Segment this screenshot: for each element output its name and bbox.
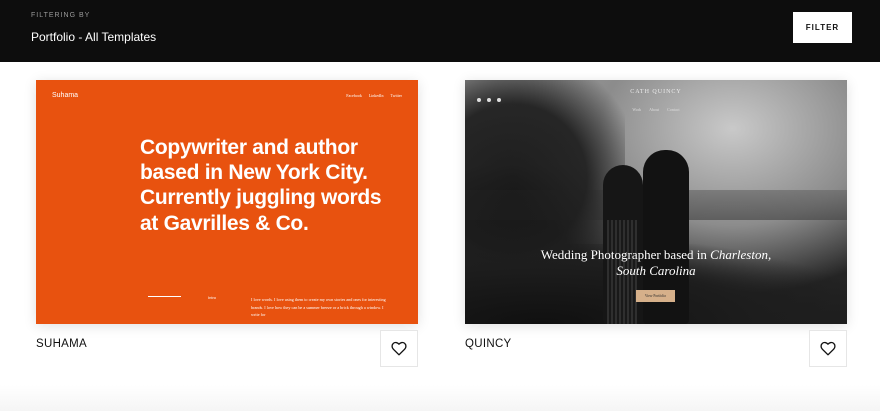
preview-body-text: I love words. I love using them to creat…	[251, 297, 386, 318]
preview-nav-item: Work	[632, 107, 642, 112]
preview-headline: Copywriter and author based in New York …	[140, 136, 382, 235]
template-preview-quincy[interactable]: CATH QUINCY Work About Contact Wedding P…	[465, 80, 847, 324]
preview-cta-button: View Portfolio	[636, 290, 675, 302]
template-preview-suhama[interactable]: Suhama Facebook LinkedIn Twitter Copywri…	[36, 80, 418, 324]
preview-logo: Suhama	[52, 92, 79, 99]
heart-icon	[391, 341, 407, 356]
preview-tag: Intro	[208, 295, 217, 300]
suhama-preview: Suhama Facebook LinkedIn Twitter Copywri…	[36, 80, 418, 324]
preview-divider	[148, 296, 181, 297]
favorite-button-quincy[interactable]	[809, 330, 847, 367]
preview-nav-item: LinkedIn	[368, 93, 384, 98]
template-name-quincy[interactable]: QUINCY	[465, 338, 512, 350]
preview-nav: Work About Contact	[465, 107, 847, 112]
social-icon	[487, 98, 491, 102]
filter-value: Portfolio - All Templates	[31, 30, 157, 44]
quincy-preview: CATH QUINCY Work About Contact Wedding P…	[465, 80, 847, 324]
social-icon	[497, 98, 501, 102]
filter-button[interactable]: FILTER	[793, 12, 852, 43]
preview-nav-item: About	[649, 107, 660, 112]
preview-social-icons	[477, 98, 501, 102]
preview-headline: Wedding Photographer based in Charleston…	[465, 247, 847, 280]
template-name-suhama[interactable]: SUHAMA	[36, 338, 87, 350]
headline-italic: Charleston,	[710, 247, 772, 262]
preview-nav-item: Contact	[667, 107, 680, 112]
preview-nav: Facebook LinkedIn Twitter	[346, 93, 402, 98]
headline-italic: South Carolina	[616, 263, 696, 279]
preview-brand: CATH QUINCY	[630, 89, 682, 95]
next-row-hint	[0, 385, 880, 411]
favorite-button-suhama[interactable]	[380, 330, 418, 367]
filtering-label: FILTERING BY	[31, 12, 91, 19]
preview-nav-item: Facebook	[346, 93, 362, 98]
heart-icon	[820, 341, 836, 356]
social-icon	[477, 98, 481, 102]
filter-header: FILTERING BY Portfolio - All Templates F…	[0, 0, 880, 62]
preview-nav-item: Twitter	[390, 93, 403, 98]
headline-plain: Wedding Photographer based in	[540, 247, 711, 262]
